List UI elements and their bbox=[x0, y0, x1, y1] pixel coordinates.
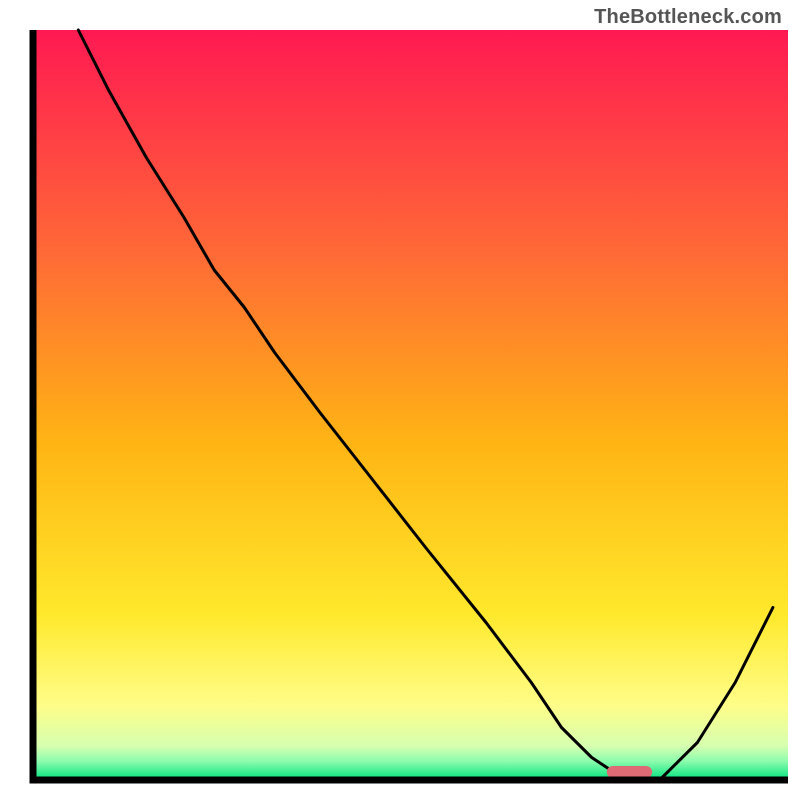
bottleneck-chart bbox=[0, 0, 800, 800]
watermark-text: TheBottleneck.com bbox=[594, 6, 782, 29]
gradient-background bbox=[33, 30, 788, 780]
chart-container: TheBottleneck.com bbox=[0, 0, 800, 800]
optimal-marker bbox=[607, 766, 652, 778]
plot-area bbox=[33, 30, 788, 780]
